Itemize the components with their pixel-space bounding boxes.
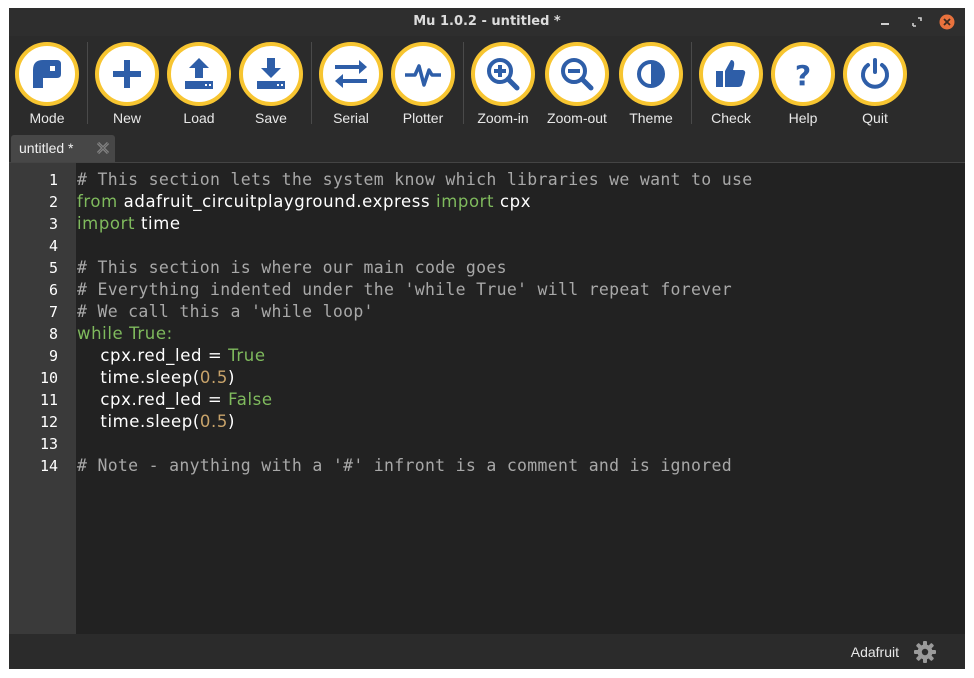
code-line-3: import time — [77, 213, 181, 235]
keyword: import — [436, 192, 495, 211]
tab-bar: untitled * — [9, 132, 965, 163]
half-circle-icon — [637, 60, 665, 88]
code-area[interactable]: # This section lets the system know whic… — [77, 163, 957, 634]
gear-icon[interactable] — [913, 640, 937, 664]
tab-label: untitled * — [19, 140, 74, 156]
close-tab-icon[interactable] — [95, 140, 111, 156]
pulse-icon — [405, 64, 441, 87]
svg-text:?: ? — [795, 59, 811, 92]
keyword: import — [77, 214, 136, 233]
line-number: 4 — [48, 237, 58, 255]
line-number: 11 — [39, 391, 58, 409]
identifier: adafruit_circuitplayground.express — [117, 192, 437, 211]
plus-icon — [113, 60, 141, 88]
save-button[interactable]: Save — [235, 42, 307, 130]
keyword: True — [228, 346, 266, 365]
code-line-7: # We call this a 'while loop' — [77, 302, 374, 321]
line-number: 8 — [48, 325, 58, 343]
mu-editor-window: Mu 1.0.2 - untitled * Mode New Load Save… — [9, 8, 965, 669]
number: 0.5 — [199, 412, 228, 431]
zoom-in-button[interactable]: Zoom-in — [467, 42, 539, 130]
status-bar: Adafruit — [9, 634, 965, 669]
tab-untitled[interactable]: untitled * — [11, 135, 115, 162]
mode-status-label: Adafruit — [850, 644, 899, 660]
code-line-6: # Everything indented under the 'while T… — [77, 280, 732, 299]
title-bar: Mu 1.0.2 - untitled * — [9, 8, 965, 36]
new-button[interactable]: New — [91, 42, 163, 130]
line-number-gutter: 1 2 3 4 5 6 7 8 9 10 11 12 13 14 — [9, 163, 76, 634]
plotter-label: Plotter — [402, 110, 444, 126]
line-number: 13 — [39, 435, 58, 453]
quit-button[interactable]: Quit — [839, 42, 911, 130]
thumbs-up-icon — [716, 60, 746, 87]
identifier: cpx.red_led = — [77, 390, 229, 409]
minimize-icon[interactable] — [877, 14, 893, 30]
punctuation: : — [166, 324, 173, 343]
code-line-8: while True: — [77, 323, 173, 345]
number: 0.5 — [199, 368, 228, 387]
close-window-icon[interactable] — [939, 14, 955, 30]
keyword: False — [228, 390, 273, 409]
keyword: True — [123, 324, 167, 343]
line-number: 12 — [39, 413, 58, 431]
code-line-5: # This section is where our main code go… — [77, 258, 507, 277]
quit-label: Quit — [862, 110, 888, 126]
identifier: time — [135, 214, 181, 233]
download-icon — [257, 58, 285, 89]
load-button[interactable]: Load — [163, 42, 235, 130]
zoom-in-icon — [487, 58, 520, 91]
code-line-9: cpx.red_led = True — [77, 345, 266, 367]
line-number: 6 — [48, 281, 58, 299]
line-number: 10 — [39, 369, 58, 387]
check-button[interactable]: Check — [695, 42, 767, 130]
mode-label: Mode — [29, 110, 65, 126]
code-line-11: cpx.red_led = False — [77, 389, 273, 411]
power-icon — [861, 58, 889, 89]
plotter-button[interactable]: Plotter — [387, 42, 459, 130]
code-line-12: time.sleep(0.5) — [77, 411, 235, 433]
identifier: time.sleep( — [77, 412, 200, 431]
line-number: 3 — [48, 215, 58, 233]
line-number: 5 — [48, 259, 58, 277]
identifier: cpx.red_led = — [77, 346, 229, 365]
toolbar: Mode New Load Save Serial Plotter Zoom-i… — [9, 36, 965, 132]
punctuation: ) — [227, 368, 235, 387]
code-editor[interactable]: 1 2 3 4 5 6 7 8 9 10 11 12 13 14 # This … — [9, 163, 965, 634]
zoom-out-button[interactable]: Zoom-out — [541, 42, 613, 130]
code-line-2: from adafruit_circuitplayground.express … — [77, 191, 531, 213]
swap-arrows-icon — [335, 60, 367, 88]
keyword: while — [77, 324, 124, 343]
maximize-icon[interactable] — [909, 14, 925, 30]
code-line-10: time.sleep(0.5) — [77, 367, 235, 389]
mode-icon — [33, 60, 61, 88]
window-title: Mu 1.0.2 - untitled * — [413, 14, 561, 29]
save-label: Save — [255, 110, 287, 126]
upload-icon — [185, 58, 213, 89]
line-number: 9 — [48, 347, 58, 365]
punctuation: ) — [227, 412, 235, 431]
keyword: from — [77, 192, 118, 211]
line-number: 1 — [48, 171, 58, 189]
theme-button[interactable]: Theme — [615, 42, 687, 130]
line-number: 2 — [48, 193, 58, 211]
code-line-1: # This section lets the system know whic… — [77, 170, 753, 189]
line-number: 14 — [39, 457, 58, 475]
serial-button[interactable]: Serial — [315, 42, 387, 130]
help-button[interactable]: ? Help — [767, 42, 839, 130]
mode-button[interactable]: Mode — [11, 42, 83, 130]
identifier: cpx — [494, 192, 532, 211]
zoom-out-icon — [561, 58, 594, 91]
theme-label: Theme — [629, 110, 673, 126]
line-number: 7 — [48, 303, 58, 321]
identifier: time.sleep( — [77, 368, 200, 387]
code-line-14: # Note - anything with a '#' infront is … — [77, 456, 732, 475]
question-icon: ? — [795, 59, 811, 92]
